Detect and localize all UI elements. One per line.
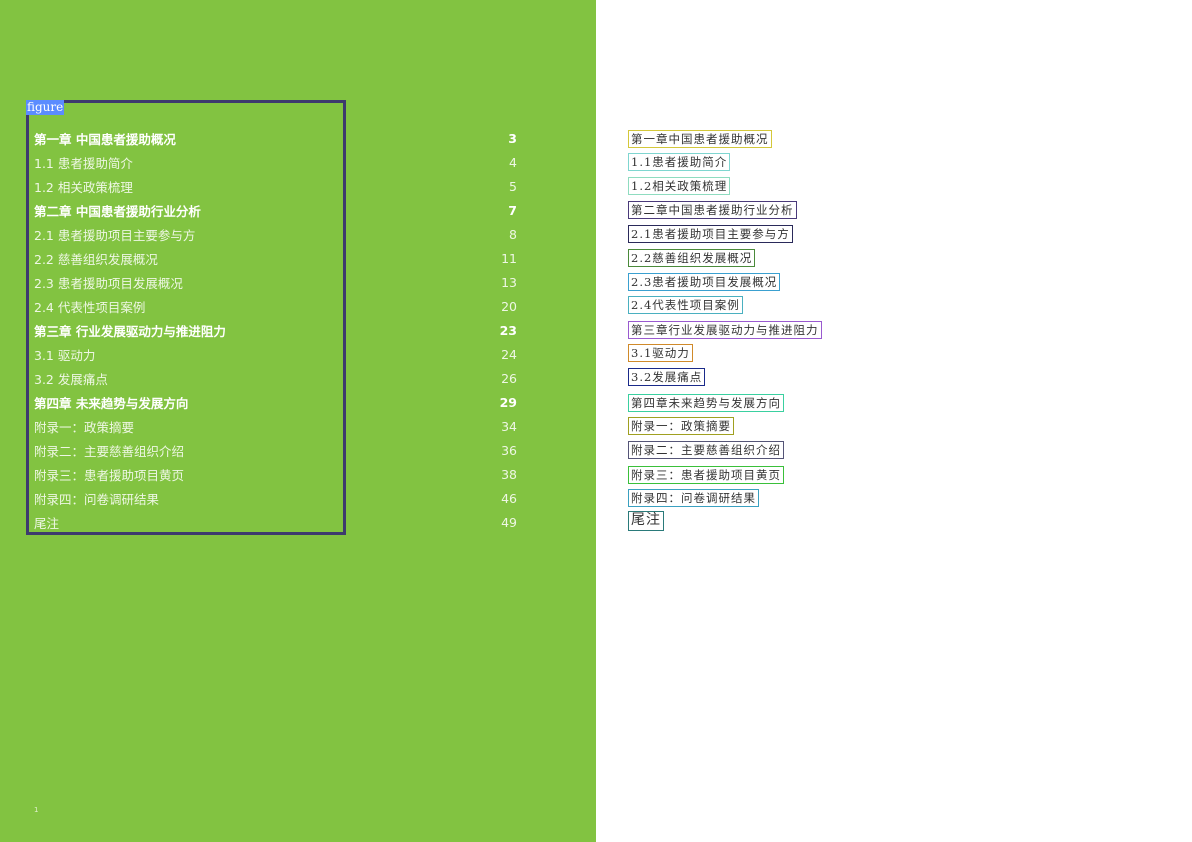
toc-entry[interactable]: 附录四：问卷调研结果 46 — [34, 488, 517, 508]
ocr-text-box: 3.1驱动力 — [628, 344, 693, 362]
ocr-text-box: 2.4代表性项目案例 — [628, 296, 743, 314]
toc-entry[interactable]: 2.3 患者援助项目发展概况 13 — [34, 272, 517, 292]
ocr-text-box: 1.1患者援助简介 — [628, 153, 731, 171]
toc-entry-page: 36 — [501, 442, 517, 458]
ocr-text-box: 第三章行业发展驱动力与推进阻力 — [628, 321, 822, 339]
toc-entry-page: 46 — [501, 490, 517, 506]
toc-entry-title: 附录一：政策摘要 — [34, 419, 135, 435]
toc-entry[interactable]: 2.1 患者援助项目主要参与方 8 — [34, 224, 517, 244]
ocr-text-box: 2.1患者援助项目主要参与方 — [628, 225, 793, 243]
toc-entry-title: 1.2 相关政策梳理 — [34, 179, 133, 195]
toc-entry-page: 11 — [501, 250, 517, 266]
toc-entry-page: 13 — [501, 274, 517, 290]
ocr-text-box: 1.2相关政策梳理 — [628, 177, 731, 195]
ocr-text-box: 尾注 — [628, 511, 664, 531]
toc-entry-page: 20 — [501, 298, 517, 314]
toc-entry-title: 3.1 驱动力 — [34, 347, 96, 363]
ocr-text-box: 2.2慈善组织发展概况 — [628, 249, 756, 267]
ocr-text-box: 3.2发展痛点 — [628, 368, 706, 386]
toc-entry[interactable]: 第一章 中国患者援助概况 3 — [34, 128, 517, 148]
ocr-text-box: 附录一：政策摘要 — [628, 417, 734, 435]
ocr-text-box: 2.3患者援助项目发展概况 — [628, 273, 781, 291]
ocr-text-box: 附录四：问卷调研结果 — [628, 489, 759, 507]
toc-entry-title: 附录三：患者援助项目黄页 — [34, 467, 185, 483]
toc-entry-title: 附录四：问卷调研结果 — [34, 491, 160, 507]
toc-entry[interactable]: 2.4 代表性项目案例 20 — [34, 296, 517, 316]
toc-entry-title: 尾注 — [34, 515, 60, 531]
toc-entry-page: 7 — [508, 202, 517, 218]
toc-entry[interactable]: 附录一：政策摘要 34 — [34, 416, 517, 436]
toc-entry-title: 2.3 患者援助项目发展概况 — [34, 275, 183, 291]
ocr-text-box: 第二章中国患者援助行业分析 — [628, 201, 797, 219]
toc-entry[interactable]: 1.1 患者援助简介 4 — [34, 152, 517, 172]
toc-entry[interactable]: 附录二：主要慈善组织介绍 36 — [34, 440, 517, 460]
toc-entry-title: 2.2 慈善组织发展概况 — [34, 251, 158, 267]
toc-entry-page: 23 — [499, 322, 517, 338]
toc-entry-page: 8 — [509, 226, 517, 242]
toc-entry-title: 2.4 代表性项目案例 — [34, 299, 146, 315]
toc-entry[interactable]: 附录三：患者援助项目黄页 38 — [34, 464, 517, 484]
toc-entry[interactable]: 1.2 相关政策梳理 5 — [34, 176, 517, 196]
toc-entry-page: 29 — [499, 394, 517, 410]
toc-entry-page: 5 — [509, 178, 517, 194]
toc-entry-title: 附录二：主要慈善组织介绍 — [34, 443, 185, 459]
toc-entry-title: 2.1 患者援助项目主要参与方 — [34, 227, 196, 243]
toc-entry-title: 第二章 中国患者援助行业分析 — [34, 203, 201, 219]
ocr-text-box: 第一章中国患者援助概况 — [628, 130, 772, 148]
toc-entry-page: 26 — [501, 370, 517, 386]
ocr-text-box: 附录二：主要慈善组织介绍 — [628, 441, 784, 459]
toc-entry-title: 1.1 患者援助简介 — [34, 155, 133, 171]
toc-entry-page: 24 — [501, 346, 517, 362]
toc-entry-title: 第一章 中国患者援助概况 — [34, 131, 176, 147]
toc-entry[interactable]: 3.2 发展痛点 26 — [34, 368, 517, 388]
page-number: 1 — [34, 806, 39, 814]
toc-entry-page: 38 — [501, 466, 517, 482]
toc-entry-page: 49 — [501, 514, 517, 530]
ocr-text-box: 附录三：患者援助项目黄页 — [628, 466, 784, 484]
toc-entry[interactable]: 第二章 中国患者援助行业分析 7 — [34, 200, 517, 220]
toc-entry-page: 4 — [509, 154, 517, 170]
toc-entry-title: 第四章 未来趋势与发展方向 — [34, 395, 189, 411]
figure-label: figure — [26, 100, 65, 115]
toc-entry-page: 34 — [501, 418, 517, 434]
toc-entry-title: 第三章 行业发展驱动力与推进阻力 — [34, 323, 226, 339]
toc-entry-title: 3.2 发展痛点 — [34, 371, 108, 387]
toc-entry-page: 3 — [508, 130, 517, 146]
toc-entry[interactable]: 2.2 慈善组织发展概况 11 — [34, 248, 517, 268]
toc-entry[interactable]: 尾注 49 — [34, 512, 517, 532]
ocr-text-box: 第四章未来趋势与发展方向 — [628, 394, 784, 412]
toc-entry[interactable]: 3.1 驱动力 24 — [34, 344, 517, 364]
toc-entry[interactable]: 第四章 未来趋势与发展方向 29 — [34, 392, 517, 412]
toc-entry[interactable]: 第三章 行业发展驱动力与推进阻力 23 — [34, 320, 517, 340]
